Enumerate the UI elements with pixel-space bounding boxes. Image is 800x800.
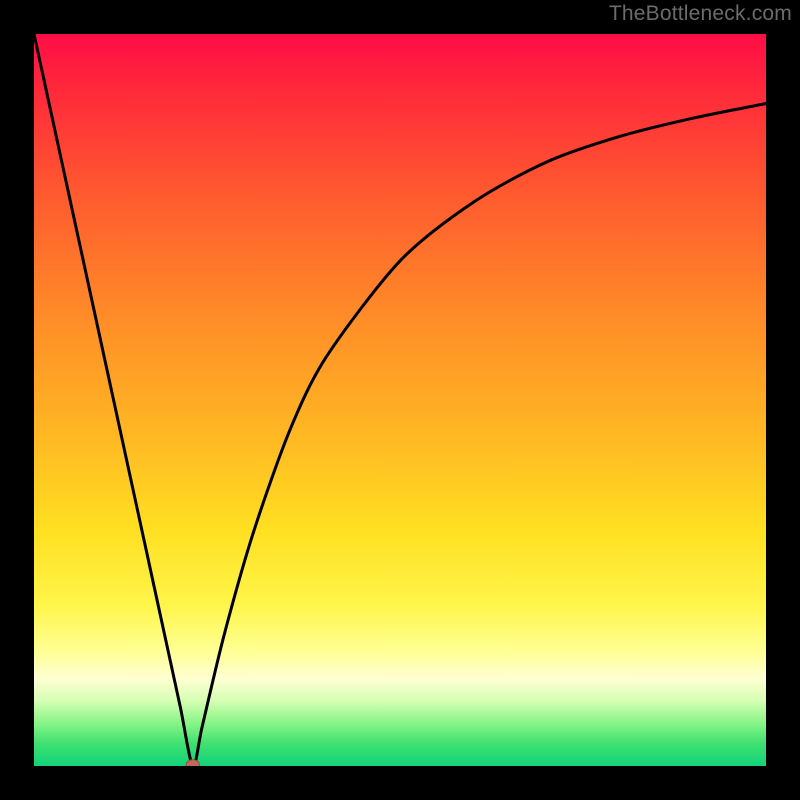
bottleneck-curve [34,34,766,766]
attribution-text: TheBottleneck.com [609,2,792,26]
chart-frame: TheBottleneck.com [0,0,800,800]
minimum-marker-icon [186,760,199,766]
curve-layer [34,34,766,766]
plot-area [34,34,766,766]
